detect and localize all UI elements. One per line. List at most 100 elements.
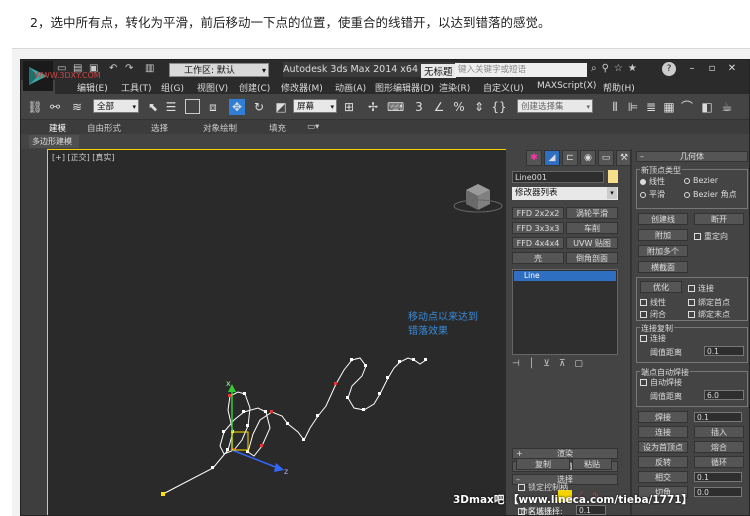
move-icon[interactable]: ✥ [229, 99, 245, 115]
project-folder-icon[interactable]: ▥ [145, 63, 154, 74]
snap-3-icon[interactable]: 3 [411, 99, 427, 115]
viewcube-icon[interactable] [453, 184, 503, 213]
select-by-name-icon[interactable]: ☰ [163, 99, 179, 115]
ribbon-tab-populate[interactable]: 填充 [269, 122, 286, 134]
auto-weld-checkbox[interactable]: 自动焊接 [640, 377, 682, 388]
unlink-icon[interactable]: ⚯ [47, 99, 63, 115]
object-color-swatch[interactable] [608, 170, 618, 183]
bevel-profile-button[interactable]: 倒角剖面 [566, 252, 618, 264]
cross-section-button[interactable]: 横截面 [638, 261, 688, 273]
minimize-icon[interactable]: – [685, 62, 699, 76]
select-object-icon[interactable]: ⬉ [145, 99, 161, 115]
ffd2-button[interactable]: FFD 2x2x2 [512, 207, 564, 219]
closed-checkbox[interactable]: 闭合 [640, 309, 666, 320]
object-name-field[interactable]: Line001 [512, 171, 604, 183]
keyboard-shortcut-icon[interactable]: ⌨ [387, 99, 404, 115]
render-icon[interactable]: ☕ [719, 99, 735, 115]
menu-group[interactable]: 组(G) [161, 81, 184, 94]
select-manipulate-icon[interactable]: ✢ [365, 99, 381, 115]
display-tab-icon[interactable]: ▭ [598, 150, 614, 166]
menu-maxscript[interactable]: MAXScript(X) [537, 81, 596, 91]
attach-multiple-button[interactable]: 附加多个 [638, 245, 688, 257]
align-icon[interactable]: ⊫ [625, 99, 641, 115]
close-icon[interactable]: ✕ [725, 62, 739, 76]
named-selection-set-select[interactable]: 创建选择集 ▾ [517, 99, 593, 113]
break-button[interactable]: 断开 [694, 213, 744, 225]
rotate-icon[interactable]: ↻ [251, 99, 267, 115]
bind-last-checkbox[interactable]: 绑定末点 [688, 309, 730, 320]
window-crossing-icon[interactable]: ⧈ [205, 99, 221, 115]
fuse-button[interactable]: 熔合 [694, 441, 744, 453]
bind-first-checkbox[interactable]: 绑定首点 [688, 297, 730, 308]
make-first-button[interactable]: 设为首顶点 [638, 441, 688, 453]
menu-help[interactable]: 帮助(H) [603, 81, 635, 94]
radio-linear[interactable]: 线性 [640, 176, 665, 187]
ribbon-tab-modeling[interactable]: 建模 [49, 122, 66, 134]
layer-manager-icon[interactable]: ≣ [643, 99, 659, 115]
workspace-select[interactable]: 工作区: 默认 ▾ [169, 63, 269, 77]
infocenter-icons[interactable]: ⌕⚲☆★ [591, 63, 642, 74]
radio-bezier-corner[interactable]: Bezier 角点 [684, 189, 737, 200]
connect-copy-checkbox[interactable]: 连接 [640, 333, 666, 344]
area-select-checkbox[interactable]: 区域选择: [518, 506, 563, 516]
ribbon-tab-selection[interactable]: 选择 [151, 122, 168, 134]
connect-button[interactable]: 连接 [638, 426, 688, 438]
menu-rendering[interactable]: 渲染(R) [439, 81, 470, 94]
attach-button[interactable]: 附加 [638, 229, 688, 241]
ribbon-tab-object-paint[interactable]: 对象绘制 [203, 122, 237, 134]
ffd4-button[interactable]: FFD 4x4x4 [512, 237, 564, 249]
modifier-list-select[interactable]: 修改器列表 ▾ [512, 187, 618, 200]
create-tab-icon[interactable]: ✱ [526, 150, 542, 166]
paste-button[interactable]: 粘贴 [572, 458, 612, 470]
threshold-spinner[interactable]: 0.1 [704, 346, 744, 356]
ffd3-button[interactable]: FFD 3x3x3 [512, 222, 564, 234]
rollout-geometry[interactable]: – 几何体 [636, 151, 748, 162]
ribbon-options-icon[interactable]: ▭▾ [307, 122, 319, 132]
uvw-map-button[interactable]: UVW 贴图 [566, 237, 618, 249]
radio-smooth[interactable]: 平滑 [640, 189, 665, 200]
copy-button[interactable]: 复制 [516, 458, 570, 470]
undo-icon[interactable]: ↶ [109, 63, 117, 74]
turbosmooth-button[interactable]: 涡轮平滑 [566, 207, 618, 219]
linear-checkbox[interactable]: 线性 [640, 297, 666, 308]
scale-icon[interactable]: ◩ [273, 99, 289, 115]
edit-named-sel-icon[interactable]: {} [491, 99, 507, 115]
weld-spinner[interactable]: 0.1 [694, 412, 742, 422]
link-icon[interactable]: ⛓ [27, 99, 43, 115]
reverse-button[interactable]: 反转 [638, 456, 688, 468]
bind-spacewarp-icon[interactable]: ≋ [69, 99, 85, 115]
cross-insert-spinner[interactable]: 0.1 [694, 472, 742, 482]
insert-button[interactable]: 插入 [694, 426, 744, 438]
spinner-snap-icon[interactable]: ⇕ [471, 99, 487, 115]
menu-edit[interactable]: 编辑(E) [77, 81, 108, 94]
radio-bezier[interactable]: Bezier [684, 176, 718, 185]
stack-tools[interactable]: ⊣│⊻⊼▢ [512, 359, 618, 369]
weld-button[interactable]: 焊接 [638, 411, 688, 423]
menu-customize[interactable]: 自定义(U) [483, 81, 524, 94]
viewport-front[interactable]: [+] [正交] [真实] z x 移动点以来达到 错落效果 [47, 149, 523, 515]
cross-insert-button[interactable]: 相交 [638, 471, 688, 483]
ribbon-toggle-icon[interactable]: ▦ [661, 99, 677, 115]
maximize-icon[interactable]: ▫ [705, 62, 719, 76]
redo-icon[interactable]: ↷ [125, 63, 133, 74]
ribbon-tab-freeform[interactable]: 自由形式 [87, 122, 121, 134]
shell-button[interactable]: 壳 [512, 252, 564, 264]
curve-editor-icon[interactable]: ⌒ [679, 99, 695, 115]
stack-item-line[interactable]: Line [514, 271, 616, 281]
spline-vertices[interactable] [161, 358, 427, 496]
menu-create[interactable]: 创建(C) [239, 81, 270, 94]
polygon-modeling-tab[interactable]: 多边形建模 [29, 135, 79, 148]
motion-tab-icon[interactable]: ◉ [580, 150, 596, 166]
menu-views[interactable]: 视图(V) [197, 81, 228, 94]
menu-modifiers[interactable]: 修改器(M) [281, 81, 323, 94]
search-input[interactable]: 键入关键字或短语 [455, 63, 587, 77]
refine-button[interactable]: 优化 [640, 281, 682, 293]
selection-filter-select[interactable]: 全部 ▾ [93, 99, 139, 113]
reorient-checkbox[interactable]: 重定向 [694, 231, 728, 242]
chamfer-spinner[interactable]: 0.0 [694, 487, 742, 497]
weld-threshold-spinner[interactable]: 6.0 [704, 390, 744, 400]
help-icon[interactable]: ? [662, 62, 676, 76]
modify-tab-icon[interactable]: ◢ [544, 150, 560, 166]
menu-animation[interactable]: 动画(A) [335, 81, 366, 94]
modifier-stack[interactable]: Line [512, 269, 618, 355]
